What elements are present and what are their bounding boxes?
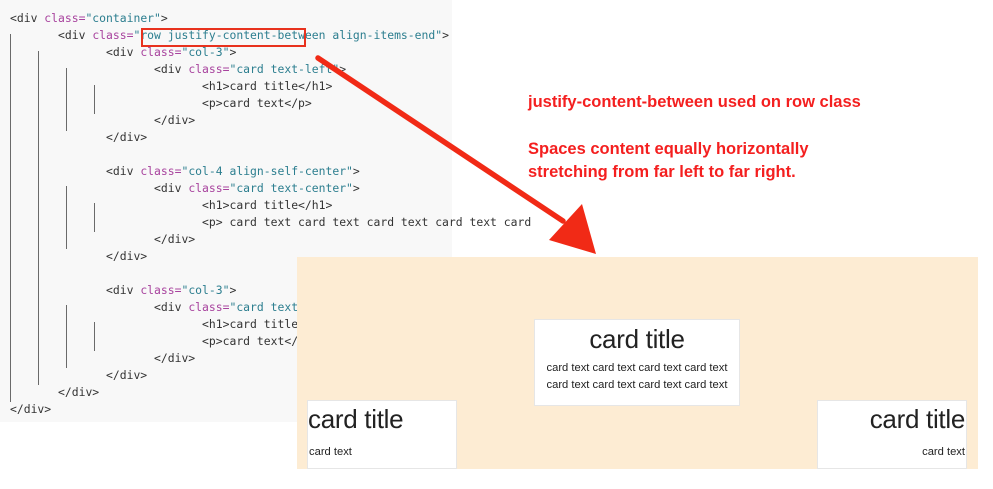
pointer-arrow-icon [315, 55, 596, 254]
